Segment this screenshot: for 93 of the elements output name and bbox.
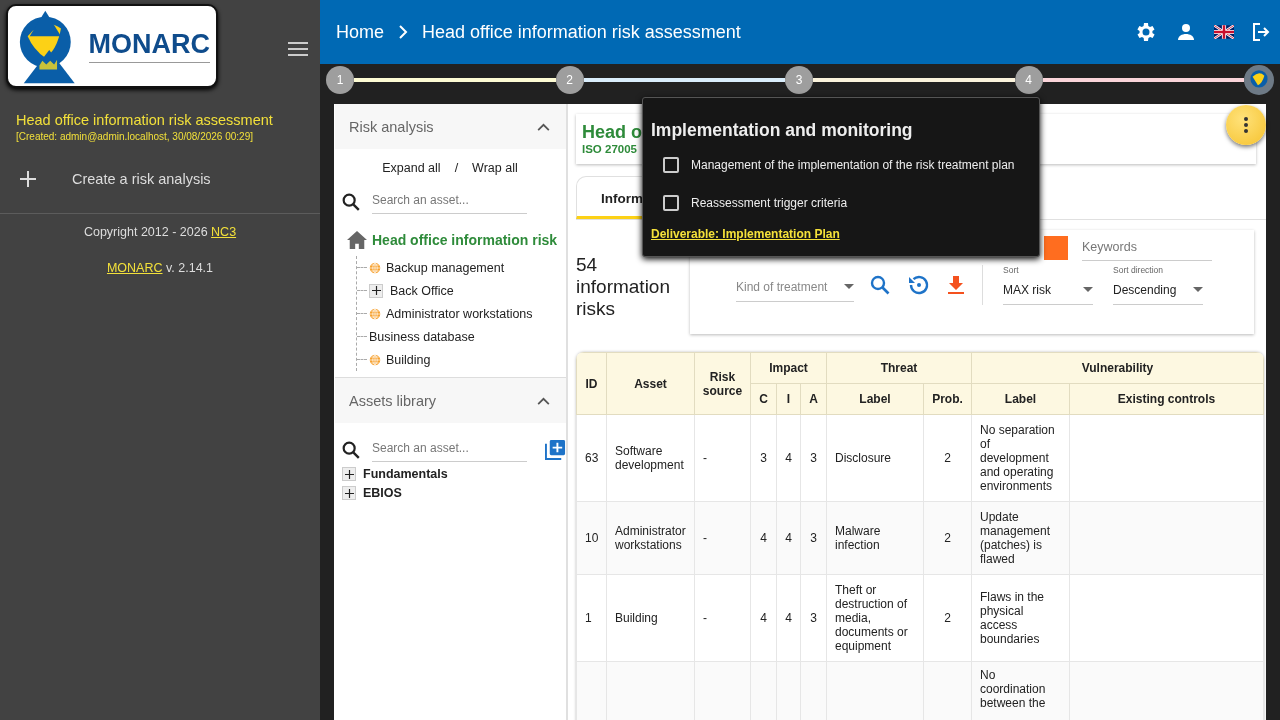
table-cell: Building xyxy=(606,574,695,662)
table-cell: Malware infection xyxy=(826,501,924,575)
risk-count: 54 information risks xyxy=(576,254,671,320)
table-cell: 4 xyxy=(750,574,777,662)
column-header: Impact xyxy=(750,352,827,384)
breadcrumb-item[interactable]: Home xyxy=(336,21,384,43)
uk-flag-icon[interactable] xyxy=(1214,25,1234,39)
table-cell: 63 xyxy=(576,414,607,502)
sort-direction-select[interactable]: Sort direction Descending xyxy=(1113,265,1203,305)
table-cell: 3 xyxy=(800,501,827,575)
table-cell: 4 xyxy=(750,501,777,575)
sort-select[interactable]: Sort MAX risk xyxy=(1003,265,1093,305)
tree-item[interactable]: Administrator workstations xyxy=(386,306,533,321)
table-cell: 2 xyxy=(923,501,972,575)
table-cell: 3 xyxy=(800,574,827,662)
separator-text: / xyxy=(454,161,459,175)
table-cell: Administrator workstations xyxy=(606,501,695,575)
table-cell: Software development xyxy=(606,414,695,502)
table-cell: 4 xyxy=(776,414,801,502)
checkbox-label[interactable]: Reassessment trigger criteria xyxy=(691,196,848,210)
threshold-swatch xyxy=(1044,235,1068,260)
column-header: Prob. xyxy=(923,383,972,415)
caret-icon xyxy=(1083,287,1093,292)
collapse-icon[interactable] xyxy=(537,396,550,405)
expand-button[interactable] xyxy=(342,486,356,500)
checkbox[interactable] xyxy=(663,157,679,173)
column-header: Label xyxy=(971,383,1070,415)
analysis-title: Head o xyxy=(582,122,642,143)
table-cell: Update management (patches) is flawed xyxy=(971,501,1070,575)
table-cell: No coordination between the xyxy=(971,661,1070,720)
globe-icon xyxy=(369,261,381,274)
collapse-icon[interactable] xyxy=(537,122,550,131)
chevron-right-icon xyxy=(398,25,408,39)
column-header: ID xyxy=(576,352,607,415)
popup-title: Implementation and monitoring xyxy=(651,120,914,141)
table-cell: 1 xyxy=(576,574,607,662)
library-item[interactable]: Fundamentals xyxy=(363,467,448,481)
table-cell: - xyxy=(694,574,751,662)
tree-item[interactable]: Building xyxy=(386,352,431,367)
project-title[interactable]: Head office information risk assessment xyxy=(16,112,304,128)
table-cell: Flaws in the physical access boundaries xyxy=(971,574,1070,662)
create-risk-analysis-link[interactable]: Create a risk analysis xyxy=(72,171,211,187)
checkbox[interactable] xyxy=(663,195,679,211)
logo-icon[interactable] xyxy=(1244,65,1274,95)
panel-title: Risk analysis xyxy=(349,118,434,135)
deliverable-link[interactable]: Deliverable: Implementation Plan xyxy=(651,227,1031,241)
table-cell: Theft or destruction of media, documents or equipment xyxy=(826,574,924,662)
table-cell: 4 xyxy=(776,574,801,662)
wrap-all-link[interactable]: Wrap all xyxy=(472,161,518,175)
tree-root-item[interactable]: Head office information risk xyxy=(372,232,558,248)
table-cell: 3 xyxy=(800,414,827,502)
menu-icon[interactable] xyxy=(288,42,308,56)
column-header: Vulnerability xyxy=(971,352,1264,384)
logo-text: MONARC xyxy=(88,29,210,63)
copyright-text: Copyright 2012 - 2026 NC3 xyxy=(82,225,238,239)
column-header: Existing controls xyxy=(1069,383,1264,415)
column-header: Threat xyxy=(826,352,972,384)
table-cell: 10 xyxy=(576,501,607,575)
globe-icon xyxy=(369,307,381,320)
expand-button[interactable] xyxy=(342,467,356,481)
column-header: Label xyxy=(826,383,924,415)
project-created-info: [Created: admin@admin.localhost, 30/08/2026 00:29] xyxy=(16,131,254,142)
tree-item[interactable]: Backup management xyxy=(386,260,505,275)
panel-title: Assets library xyxy=(349,392,437,409)
kebab-icon xyxy=(1244,117,1248,133)
table-cell: - xyxy=(694,501,751,575)
table-cell: 2 xyxy=(923,574,972,662)
column-header: Risk source xyxy=(694,352,751,415)
expand-button[interactable] xyxy=(369,283,383,298)
version-text: v. 2.14.1 xyxy=(166,261,214,275)
table-cell: - xyxy=(694,414,751,502)
reset-icon[interactable] xyxy=(906,273,930,297)
column-header: Asset xyxy=(606,352,695,415)
monarc-link[interactable]: MONARC xyxy=(106,261,163,275)
globe-icon xyxy=(369,353,381,366)
table-cell: Disclosure xyxy=(826,414,924,502)
caret-icon xyxy=(844,284,854,289)
analysis-description: ISO 27005 xyxy=(582,143,637,155)
library-item[interactable]: EBIOS xyxy=(363,486,402,500)
add-asset-icon[interactable] xyxy=(545,439,566,460)
tree-item[interactable]: Business database xyxy=(369,329,475,344)
breadcrumb-item: Head office information risk assessment xyxy=(422,21,741,43)
nc3-link[interactable]: NC3 xyxy=(211,225,237,239)
caret-icon xyxy=(1193,287,1203,292)
table-cell: 3 xyxy=(750,414,777,502)
checkbox-label[interactable]: Management of the implementation of the risk treatment plan xyxy=(691,158,1015,172)
table-cell: No separation of development and operating environments xyxy=(971,414,1070,502)
treatment-select[interactable]: Kind of treatment xyxy=(736,268,854,302)
table-cell: 2 xyxy=(923,414,972,502)
tree-item[interactable]: Back Office xyxy=(390,283,454,298)
plus-icon[interactable] xyxy=(20,171,36,187)
home-icon xyxy=(346,230,368,250)
expand-all-link[interactable]: Expand all xyxy=(382,161,441,175)
